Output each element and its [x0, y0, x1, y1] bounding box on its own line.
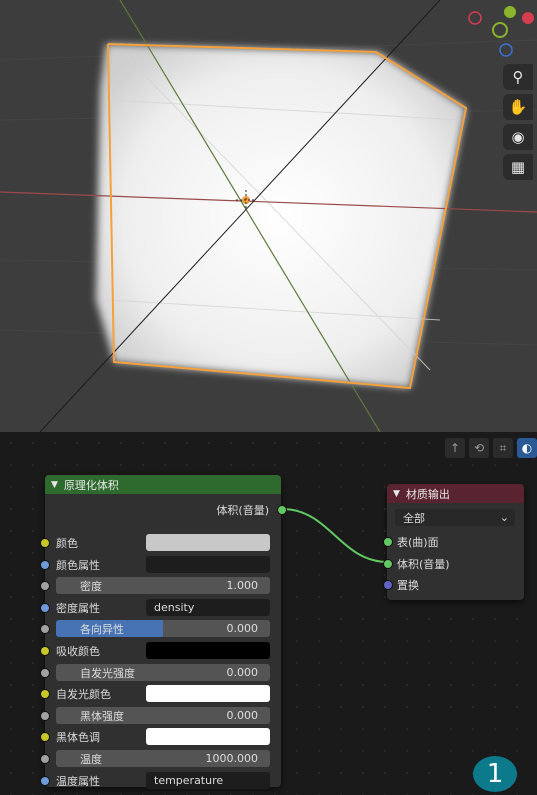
- input-label: 自发光强度: [80, 666, 135, 680]
- navigation-gizmo: [468, 6, 534, 57]
- input-label: 各向异性: [80, 622, 124, 636]
- output-label: 体积(音量): [216, 503, 269, 517]
- input-socket[interactable]: [40, 776, 50, 786]
- input-socket[interactable]: [383, 559, 393, 569]
- color-swatch[interactable]: [146, 728, 270, 745]
- input-label: 颜色: [56, 536, 78, 550]
- zoom-icon[interactable]: ⚲: [503, 64, 533, 90]
- input-socket[interactable]: [40, 754, 50, 764]
- hand-icon[interactable]: ✋: [503, 94, 533, 120]
- node-header[interactable]: ▼ 材质输出: [387, 484, 524, 503]
- input-label: 温度: [80, 752, 102, 766]
- color-swatch[interactable]: [146, 534, 270, 551]
- 3d-viewport[interactable]: ⚲ ✋ ◉ ▦: [0, 0, 537, 432]
- input-value: 1.000: [226, 579, 259, 592]
- input-socket[interactable]: [383, 537, 393, 547]
- input-label: 黑体强度: [80, 709, 124, 723]
- camera-icon[interactable]: ◉: [503, 124, 533, 150]
- input-number-field[interactable]: 温度 1000.000: [56, 750, 270, 767]
- attribute-field[interactable]: density: [146, 599, 270, 616]
- attribute-field[interactable]: temperature: [146, 772, 270, 789]
- input-socket[interactable]: [383, 580, 393, 590]
- input-socket[interactable]: [40, 732, 50, 742]
- color-swatch[interactable]: [146, 685, 270, 702]
- shader-node-editor[interactable]: ↑ ⟲ ⌗ ◐ ▼ 原理化体积 体积(音量) 颜色 颜色属性 密度 1.000 密度属性…: [0, 432, 537, 795]
- input-socket[interactable]: [40, 560, 50, 570]
- color-swatch[interactable]: [146, 642, 270, 659]
- node-title: 材质输出: [405, 487, 450, 501]
- viewport-scene: [0, 0, 537, 432]
- chevron-down-icon[interactable]: ▼: [393, 489, 400, 499]
- input-socket[interactable]: [40, 689, 50, 699]
- input-label: 温度属性: [56, 774, 100, 788]
- input-number-field[interactable]: 密度 1.000: [56, 577, 270, 594]
- input-label: 黑体色调: [56, 730, 100, 744]
- input-label: 吸收颜色: [56, 644, 100, 658]
- input-socket[interactable]: [40, 603, 50, 613]
- grid-icon[interactable]: ▦: [503, 154, 533, 180]
- input-label: 体积(音量): [397, 557, 450, 571]
- input-label: 自发光颜色: [56, 687, 111, 701]
- output-socket[interactable]: [277, 505, 287, 515]
- input-label: 密度: [80, 579, 102, 593]
- step-badge: 1: [473, 756, 517, 792]
- input-label: 置换: [397, 578, 419, 592]
- input-label: 颜色属性: [56, 558, 100, 572]
- input-socket[interactable]: [40, 646, 50, 656]
- attribute-field[interactable]: [146, 556, 270, 573]
- node-title: 原理化体积: [63, 478, 119, 492]
- input-socket[interactable]: [40, 624, 50, 634]
- input-number-field[interactable]: 自发光强度 0.000: [56, 664, 270, 681]
- input-socket[interactable]: [40, 538, 50, 548]
- chevron-down-icon: ⌄: [499, 511, 509, 524]
- input-label: 密度属性: [56, 601, 100, 615]
- input-socket[interactable]: [40, 711, 50, 721]
- input-value: 1000.000: [205, 752, 259, 765]
- node-header[interactable]: ▼ 原理化体积: [45, 475, 281, 494]
- input-value: 0.000: [226, 622, 259, 635]
- input-number-field[interactable]: 黑体强度 0.000: [56, 707, 270, 724]
- target-value: 全部: [403, 511, 425, 525]
- input-socket[interactable]: [40, 581, 50, 591]
- input-label: 表(曲)面: [397, 535, 439, 549]
- input-slider[interactable]: 各向异性 0.000: [56, 620, 270, 637]
- chevron-down-icon[interactable]: ▼: [51, 480, 58, 490]
- input-socket[interactable]: [40, 668, 50, 678]
- target-dropdown[interactable]: 全部 ⌄: [395, 509, 515, 526]
- input-value: 0.000: [226, 709, 259, 722]
- input-value: 0.000: [226, 666, 259, 679]
